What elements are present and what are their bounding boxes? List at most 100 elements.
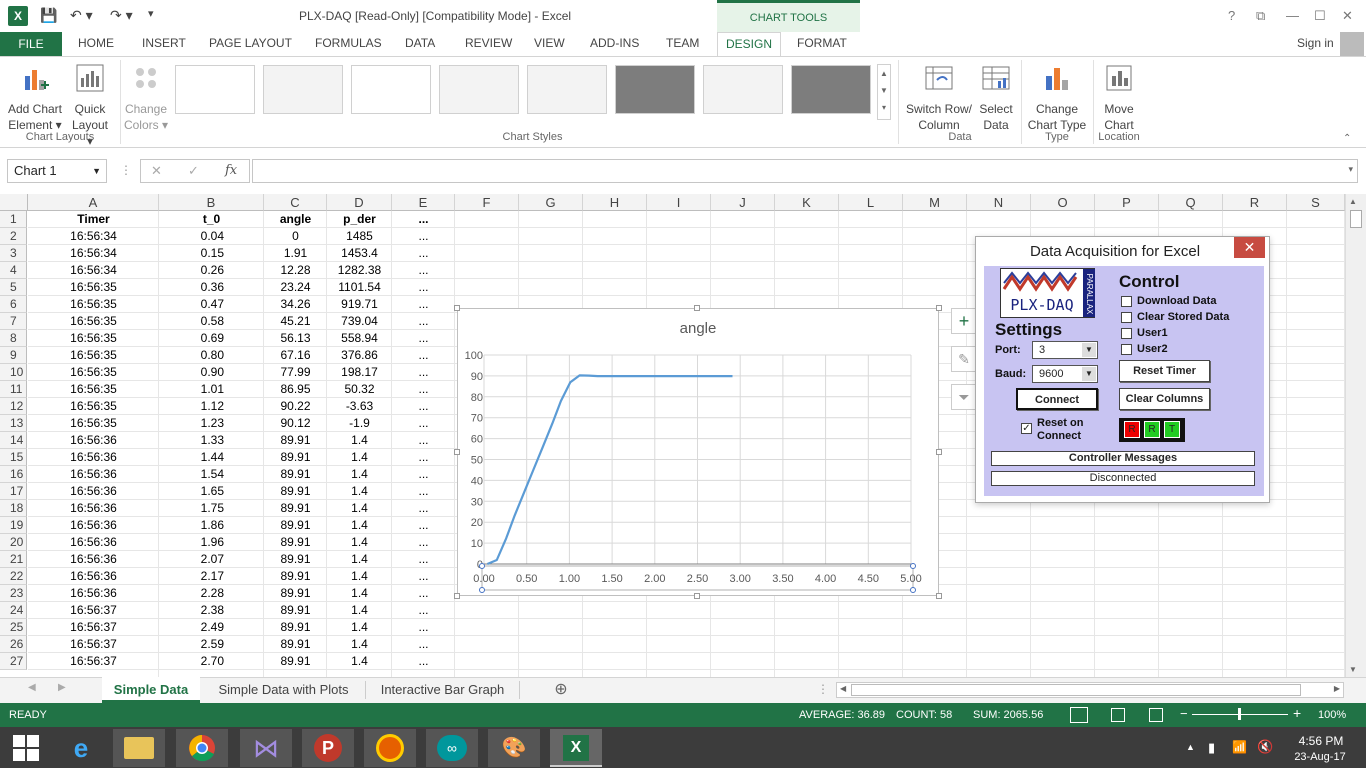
cell[interactable]: ... bbox=[392, 330, 455, 347]
chart-elements-button[interactable]: + bbox=[951, 308, 977, 334]
column-header-d[interactable]: D bbox=[327, 194, 392, 211]
cell[interactable]: 1485 bbox=[327, 228, 392, 245]
chart-plot[interactable]: 01020304050607080901000.000.501.001.502.… bbox=[457, 308, 939, 596]
cell[interactable]: ... bbox=[392, 534, 455, 551]
cell[interactable]: 16:56:36 bbox=[28, 517, 159, 534]
cell[interactable]: 16:56:35 bbox=[28, 364, 159, 381]
chart-style-6[interactable] bbox=[615, 65, 695, 114]
column-header-j[interactable]: J bbox=[711, 194, 775, 211]
start-button[interactable] bbox=[0, 729, 52, 767]
cell[interactable]: 90.22 bbox=[264, 398, 327, 415]
row-header[interactable]: 22 bbox=[0, 568, 27, 585]
row-header[interactable]: 6 bbox=[0, 296, 27, 313]
port-select[interactable]: 3 ▼ bbox=[1032, 341, 1098, 359]
clear-stored-data-checkbox[interactable] bbox=[1121, 312, 1132, 323]
cancel-entry-button[interactable]: ✕ bbox=[151, 163, 162, 179]
chart-filters-icon[interactable]: ⏷ bbox=[951, 384, 977, 410]
cell[interactable]: 67.16 bbox=[264, 347, 327, 364]
cell[interactable]: 16:56:37 bbox=[28, 636, 159, 653]
cell[interactable]: 1.4 bbox=[327, 636, 392, 653]
row-header[interactable]: 9 bbox=[0, 347, 27, 364]
cell[interactable]: -3.63 bbox=[327, 398, 392, 415]
tab-home[interactable]: HOME bbox=[78, 32, 114, 56]
cell[interactable]: 1.12 bbox=[159, 398, 224, 415]
row-header[interactable]: 4 bbox=[0, 262, 27, 279]
cell[interactable]: 90.12 bbox=[264, 415, 327, 432]
zoom-slider-thumb[interactable] bbox=[1238, 708, 1241, 720]
column-header-k[interactable]: K bbox=[775, 194, 839, 211]
cell[interactable]: ... bbox=[392, 449, 455, 466]
cell[interactable]: 89.91 bbox=[264, 653, 327, 670]
cell[interactable]: 16:56:36 bbox=[28, 500, 159, 517]
select-all-corner[interactable] bbox=[0, 194, 28, 211]
network-icon[interactable]: 📶 bbox=[1232, 740, 1247, 754]
cell[interactable]: 16:56:36 bbox=[28, 432, 159, 449]
row-header[interactable]: 26 bbox=[0, 636, 27, 653]
scroll-up-icon[interactable]: ▲ bbox=[1349, 197, 1357, 206]
cell[interactable]: 89.91 bbox=[264, 466, 327, 483]
cell[interactable]: 16:56:34 bbox=[28, 228, 159, 245]
cell[interactable]: ... bbox=[392, 466, 455, 483]
cell[interactable]: ... bbox=[392, 398, 455, 415]
cell[interactable]: ... bbox=[392, 262, 455, 279]
tab-format[interactable]: FORMAT bbox=[797, 32, 847, 56]
cell[interactable]: ... bbox=[392, 245, 455, 262]
row-header[interactable]: 8 bbox=[0, 330, 27, 347]
maximize-button[interactable]: ☐ bbox=[1314, 8, 1326, 24]
tab-file[interactable]: FILE bbox=[0, 32, 62, 56]
cell[interactable]: 0.58 bbox=[159, 313, 224, 330]
cell[interactable]: 0.47 bbox=[159, 296, 224, 313]
cell[interactable]: 0.15 bbox=[159, 245, 224, 262]
cell[interactable]: 0.36 bbox=[159, 279, 224, 296]
row-header[interactable]: 27 bbox=[0, 653, 27, 670]
chart-styles-brush-icon[interactable]: ✎ bbox=[951, 346, 977, 372]
cell[interactable]: 89.91 bbox=[264, 568, 327, 585]
row-header[interactable]: 20 bbox=[0, 534, 27, 551]
avatar[interactable] bbox=[1340, 32, 1364, 56]
cell[interactable]: 16:56:36 bbox=[28, 483, 159, 500]
cell[interactable]: 16:56:35 bbox=[28, 347, 159, 364]
sheet-tab-simple-data[interactable]: Simple Data bbox=[102, 677, 200, 703]
cell[interactable]: 89.91 bbox=[264, 585, 327, 602]
horizontal-scroll-thumb[interactable] bbox=[851, 684, 1301, 696]
cell[interactable]: 919.71 bbox=[327, 296, 392, 313]
cell[interactable]: 89.91 bbox=[264, 483, 327, 500]
cell[interactable]: p_der bbox=[327, 211, 392, 228]
cell[interactable]: ... bbox=[392, 432, 455, 449]
chart-style-7[interactable] bbox=[703, 65, 783, 114]
cell[interactable]: 77.99 bbox=[264, 364, 327, 381]
minimize-button[interactable]: — bbox=[1286, 8, 1299, 23]
column-header-q[interactable]: Q bbox=[1159, 194, 1223, 211]
powerpoint-like-icon[interactable]: P bbox=[302, 729, 354, 767]
row-header[interactable]: 2 bbox=[0, 228, 27, 245]
cell[interactable]: 1.4 bbox=[327, 585, 392, 602]
row-header[interactable]: 3 bbox=[0, 245, 27, 262]
cell[interactable]: 1.54 bbox=[159, 466, 224, 483]
cell[interactable]: 0.69 bbox=[159, 330, 224, 347]
cell[interactable]: 0.04 bbox=[159, 228, 224, 245]
name-box-dropdown-icon[interactable]: ▼ bbox=[92, 160, 101, 182]
cell[interactable]: 2.17 bbox=[159, 568, 224, 585]
cell[interactable]: 16:56:37 bbox=[28, 619, 159, 636]
zoom-in-icon[interactable]: + bbox=[1293, 705, 1301, 721]
cell[interactable]: 16:56:34 bbox=[28, 245, 159, 262]
cell[interactable]: 1.96 bbox=[159, 534, 224, 551]
cell[interactable]: 1.91 bbox=[264, 245, 327, 262]
cell[interactable]: ... bbox=[392, 619, 455, 636]
scroll-right-icon[interactable]: ▶ bbox=[1334, 684, 1340, 693]
paint-icon[interactable]: 🎨 bbox=[488, 729, 540, 767]
cell[interactable]: 1101.54 bbox=[327, 279, 392, 296]
tab-insert[interactable]: INSERT bbox=[142, 32, 186, 56]
cell[interactable]: angle bbox=[264, 211, 327, 228]
select-data-button[interactable]: Select Data bbox=[976, 62, 1016, 133]
cell[interactable]: 1.4 bbox=[327, 619, 392, 636]
page-break-view-icon[interactable] bbox=[1149, 708, 1163, 722]
cell[interactable]: ... bbox=[392, 364, 455, 381]
cell[interactable]: ... bbox=[392, 483, 455, 500]
cell[interactable]: 86.95 bbox=[264, 381, 327, 398]
cell[interactable]: 16:56:35 bbox=[28, 398, 159, 415]
row-header[interactable]: 19 bbox=[0, 517, 27, 534]
cell[interactable]: ... bbox=[392, 415, 455, 432]
chevron-down-icon[interactable]: ▼ bbox=[1082, 343, 1096, 357]
user2-checkbox[interactable] bbox=[1121, 344, 1132, 355]
